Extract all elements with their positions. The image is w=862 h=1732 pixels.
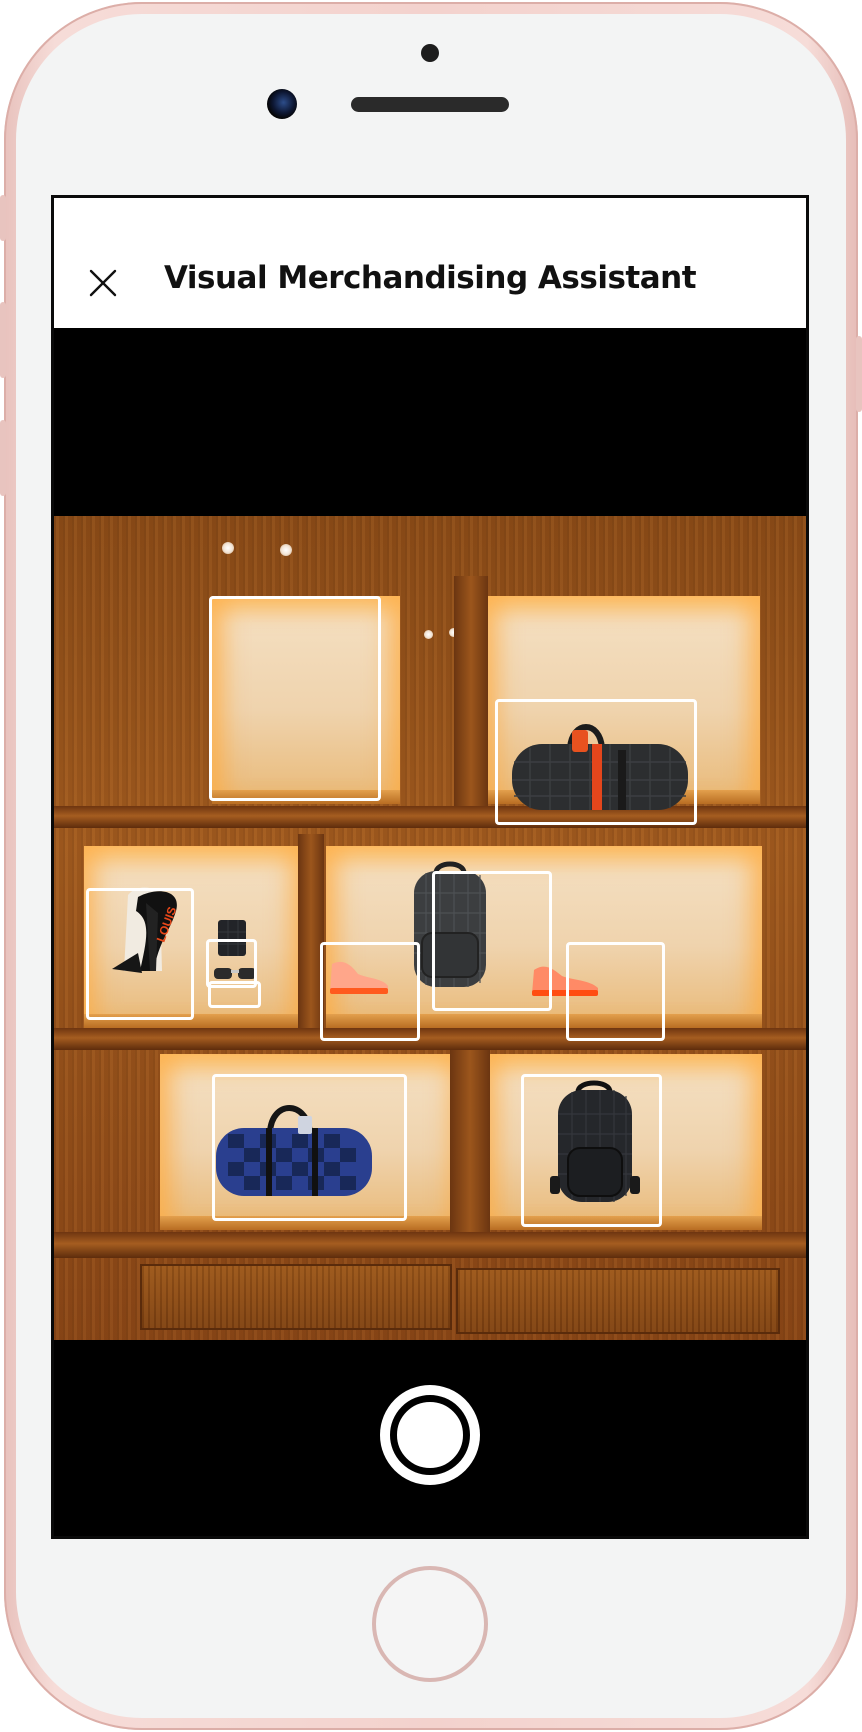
cabinet-drawer: [140, 1264, 452, 1330]
shelf-post: [450, 1044, 490, 1238]
front-camera: [267, 89, 297, 119]
detection-box-sneaker-right[interactable]: [566, 942, 665, 1041]
side-button-volume-up: [0, 302, 6, 378]
shelf-post: [454, 576, 488, 812]
detection-box-empty-slot[interactable]: [209, 596, 381, 801]
shelf-plank: [54, 1232, 806, 1258]
ceiling-spotlight: [280, 544, 292, 556]
app-header: Visual Merchandising Assistant: [54, 198, 806, 328]
detection-box-sunglasses[interactable]: [208, 981, 261, 1008]
shutter-button[interactable]: [380, 1385, 480, 1485]
camera-viewfinder: LOUIS: [54, 516, 806, 1340]
home-button[interactable]: [372, 1566, 488, 1682]
detection-box-sneaker-left[interactable]: [320, 942, 420, 1041]
detection-box-backpack-black[interactable]: [521, 1074, 662, 1227]
page-title: Visual Merchandising Assistant: [163, 260, 697, 296]
detection-box-scarf[interactable]: [86, 888, 194, 1020]
shutter-icon: [390, 1395, 470, 1475]
earpiece-speaker: [351, 97, 509, 112]
detection-box-duffle-blue[interactable]: [212, 1074, 407, 1221]
side-button-mute: [0, 195, 6, 241]
cabinet-drawer: [456, 1268, 780, 1334]
app-screen: Visual Merchandising Assistant LOUIS: [51, 195, 809, 1539]
detection-box-backpack-grey[interactable]: [432, 871, 552, 1011]
ceiling-spotlight: [424, 630, 433, 639]
side-button-power: [856, 336, 862, 412]
side-button-volume-down: [0, 420, 6, 496]
shelf-plank: [54, 1028, 806, 1050]
proximity-sensor: [421, 44, 439, 62]
ceiling-spotlight: [222, 542, 234, 554]
detection-box-duffle-orange[interactable]: [495, 699, 697, 825]
